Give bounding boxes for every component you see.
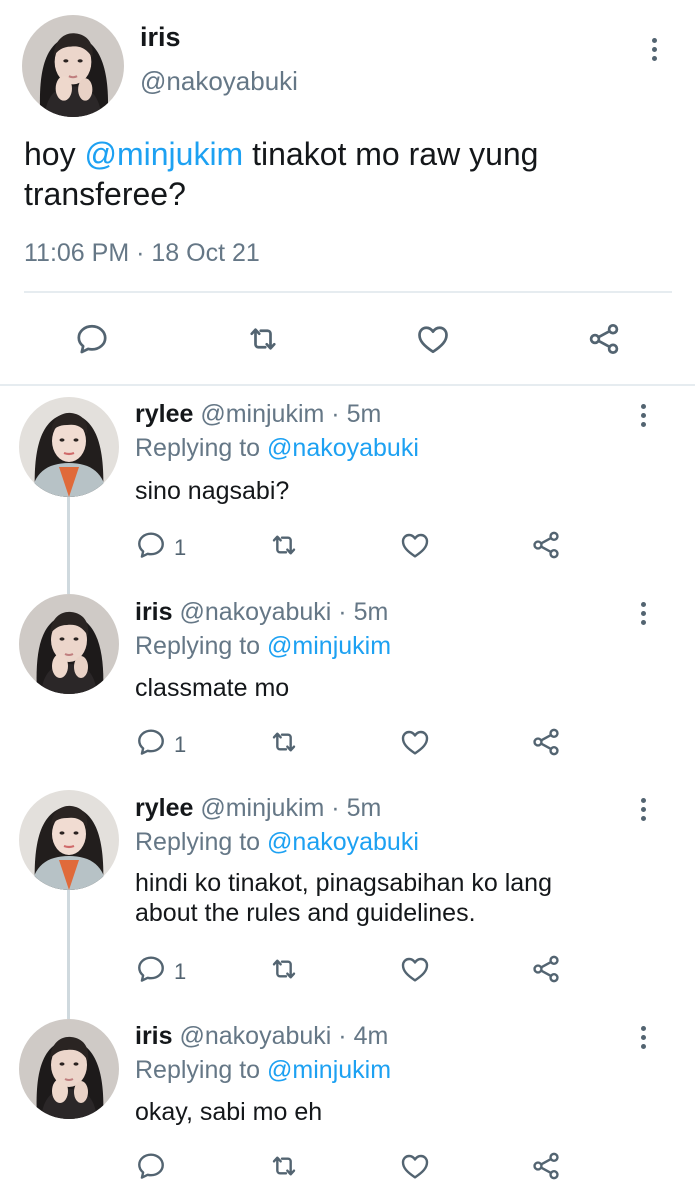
reply-author-handle[interactable]: @minjukim [200, 794, 324, 822]
reply-author-avatar[interactable] [19, 594, 119, 694]
share-icon[interactable] [530, 529, 562, 561]
replying-to-mention[interactable]: @nakoyabuki [267, 434, 419, 462]
share-icon[interactable] [586, 321, 622, 357]
main-author-avatar[interactable] [22, 15, 124, 117]
reply-text-line: hindi ko tinakot, pinagsabihan ko lang [135, 869, 552, 897]
reply-time: 4m [353, 1022, 389, 1050]
reply-author-name[interactable]: iris [135, 598, 173, 626]
more-options-icon[interactable] [651, 38, 657, 61]
reply-header: rylee @minjukim · 5m [135, 794, 382, 822]
reply-text: classmate mo [135, 674, 290, 702]
like-icon[interactable] [399, 529, 431, 561]
retweet-icon[interactable] [268, 726, 300, 758]
main-tweet-text-prefix: hoy [24, 136, 85, 172]
reply-time: 5m [346, 794, 382, 822]
reply-text: hindi ko tinakot, pinagsabihan ko lang a… [135, 868, 655, 928]
replying-to: Replying to @nakoyabuki [135, 828, 419, 856]
main-tweet-timestamp[interactable]: 11:06 PM · 18 Oct 21 [24, 239, 260, 268]
reply-icon[interactable] [135, 529, 167, 561]
like-icon[interactable] [399, 1150, 431, 1182]
reply-tweet[interactable]: iris @nakoyabuki · 4m Replying to @minju… [0, 1019, 695, 1200]
reply-author-avatar[interactable] [19, 1019, 119, 1119]
divider [0, 384, 695, 386]
reply-time: 5m [353, 598, 389, 626]
replying-to: Replying to @minjukim [135, 632, 392, 660]
replying-to: Replying to @nakoyabuki [135, 434, 419, 462]
replying-to-mention[interactable]: @minjukim [267, 1056, 391, 1084]
like-icon[interactable] [399, 953, 431, 985]
reply-author-name[interactable]: iris [135, 1022, 173, 1050]
reply-author-avatar[interactable] [19, 397, 119, 497]
reply-time: 5m [346, 400, 382, 428]
reply-author-name[interactable]: rylee [135, 794, 193, 822]
reply-count: 1 [174, 959, 187, 984]
reply-header: iris @nakoyabuki · 4m [135, 1022, 389, 1050]
reply-text: sino nagsabi? [135, 477, 290, 505]
like-icon[interactable] [415, 321, 451, 357]
reply-icon[interactable] [74, 321, 110, 357]
reply-tweet[interactable]: rylee @minjukim · 5m Replying to @nakoya… [0, 396, 695, 588]
more-options-icon[interactable] [640, 798, 646, 821]
share-icon[interactable] [530, 726, 562, 758]
reply-tweet[interactable]: rylee @minjukim · 5m Replying to @nakoya… [0, 790, 695, 1015]
mention-link[interactable]: @minjukim [84, 136, 243, 172]
reply-text: okay, sabi mo eh [135, 1098, 323, 1126]
replying-to-mention[interactable]: @minjukim [267, 632, 391, 660]
retweet-icon[interactable] [268, 1150, 300, 1182]
reply-author-name[interactable]: rylee [135, 400, 193, 428]
reply-header: iris @nakoyabuki · 5m [135, 598, 389, 626]
reply-author-avatar[interactable] [19, 790, 119, 890]
retweet-icon[interactable] [268, 953, 300, 985]
main-author-name[interactable]: iris [140, 22, 181, 53]
reply-author-handle[interactable]: @nakoyabuki [179, 598, 331, 626]
replying-to-mention[interactable]: @nakoyabuki [267, 828, 419, 856]
reply-icon[interactable] [135, 953, 167, 985]
reply-tweet[interactable]: iris @nakoyabuki · 5m Replying to @minju… [0, 594, 695, 784]
more-options-icon[interactable] [640, 602, 646, 625]
more-options-icon[interactable] [640, 404, 646, 427]
share-icon[interactable] [530, 953, 562, 985]
main-tweet-text: hoy @minjukim tinakot mo raw yung transf… [24, 134, 664, 214]
reply-author-handle[interactable]: @nakoyabuki [179, 1022, 331, 1050]
reply-header: rylee @minjukim · 5m [135, 400, 382, 428]
divider [24, 291, 672, 293]
retweet-icon[interactable] [268, 529, 300, 561]
replying-to: Replying to @minjukim [135, 1056, 392, 1084]
reply-text-line: about the rules and guidelines. [135, 899, 476, 927]
more-options-icon[interactable] [640, 1026, 646, 1049]
reply-count: 1 [174, 732, 187, 757]
reply-icon[interactable] [135, 726, 167, 758]
reply-icon[interactable] [135, 1150, 167, 1182]
retweet-icon[interactable] [245, 321, 281, 357]
main-author-handle[interactable]: @nakoyabuki [140, 66, 298, 97]
reply-count: 1 [174, 535, 187, 560]
like-icon[interactable] [399, 726, 431, 758]
share-icon[interactable] [530, 1150, 562, 1182]
reply-author-handle[interactable]: @minjukim [200, 400, 324, 428]
